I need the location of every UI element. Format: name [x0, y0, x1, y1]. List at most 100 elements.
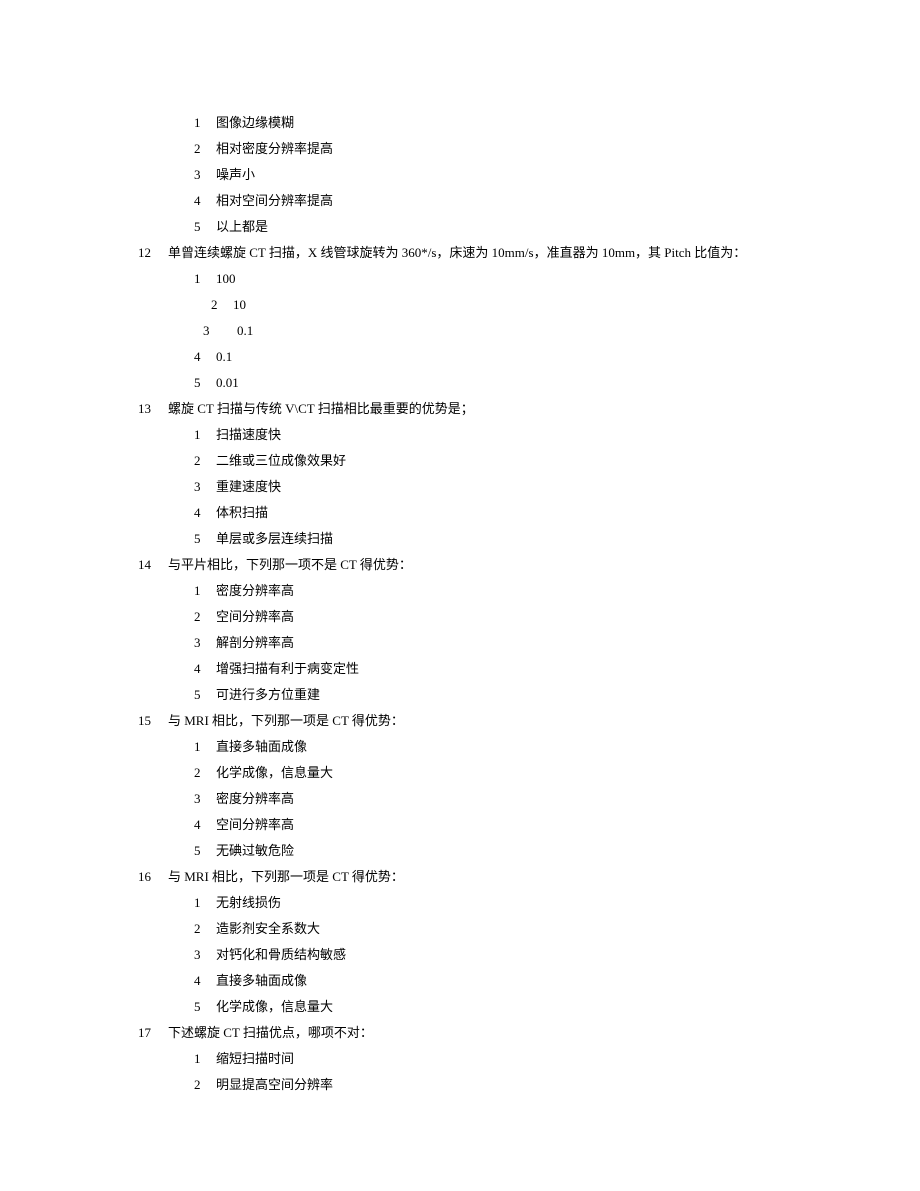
- option-text: 化学成像，信息量大: [216, 760, 333, 786]
- question-text: 与 MRI 相比，下列那一项是 CT 得优势：: [168, 864, 404, 890]
- option-number: 2: [194, 916, 216, 942]
- question-text: 螺旋 CT 扫描与传统 V\CT 扫描相比最重要的优势是；: [168, 396, 474, 422]
- option-number: 4: [194, 968, 216, 994]
- option-item: 5单层或多层连续扫描: [130, 526, 810, 552]
- option-number: 3: [194, 630, 216, 656]
- option-item: 5无碘过敏危险: [130, 838, 810, 864]
- option-text: 100: [216, 266, 236, 292]
- question-number: 15: [138, 708, 168, 734]
- question-text: 单曾连续螺旋 CT 扫描，X 线管球旋转为 360*/s，床速为 10mm/s，…: [168, 240, 746, 266]
- option-item: 5以上都是: [130, 214, 810, 240]
- option-item: 4直接多轴面成像: [130, 968, 810, 994]
- option-text: 化学成像，信息量大: [216, 994, 333, 1020]
- option-item: 210: [130, 292, 810, 318]
- option-item: 4增强扫描有利于病变定性: [130, 656, 810, 682]
- option-text: 空间分辨率高: [216, 604, 294, 630]
- option-item: 2相对密度分辨率提高: [130, 136, 810, 162]
- option-item: 1扫描速度快: [130, 422, 810, 448]
- option-number: 1: [194, 110, 216, 136]
- option-text: 重建速度快: [216, 474, 281, 500]
- option-item: 50.01: [130, 370, 810, 396]
- option-number: 4: [194, 500, 216, 526]
- option-number: 1: [194, 578, 216, 604]
- option-text: 明显提高空间分辨率: [216, 1072, 333, 1098]
- option-text: 以上都是: [216, 214, 268, 240]
- option-number: 1: [194, 890, 216, 916]
- option-text: 密度分辨率高: [216, 786, 294, 812]
- option-number: 3: [203, 318, 237, 344]
- option-number: 3: [194, 786, 216, 812]
- questions-group: 12单曾连续螺旋 CT 扫描，X 线管球旋转为 360*/s，床速为 10mm/…: [130, 240, 810, 1098]
- question-number: 14: [138, 552, 168, 578]
- option-number: 5: [194, 682, 216, 708]
- option-text: 无射线损伤: [216, 890, 281, 916]
- option-number: 3: [194, 942, 216, 968]
- option-item: 1100: [130, 266, 810, 292]
- option-item: 4空间分辨率高: [130, 812, 810, 838]
- option-text: 增强扫描有利于病变定性: [216, 656, 359, 682]
- option-item: 4相对空间分辨率提高: [130, 188, 810, 214]
- option-number: 2: [211, 292, 233, 318]
- option-item: 2明显提高空间分辨率: [130, 1072, 810, 1098]
- option-number: 5: [194, 214, 216, 240]
- option-text: 密度分辨率高: [216, 578, 294, 604]
- option-text: 0.1: [237, 318, 253, 344]
- option-text: 10: [233, 292, 246, 318]
- option-text: 造影剂安全系数大: [216, 916, 320, 942]
- option-number: 3: [194, 162, 216, 188]
- option-text: 0.01: [216, 370, 239, 396]
- option-number: 1: [194, 1046, 216, 1072]
- option-number: 4: [194, 344, 216, 370]
- option-item: 3噪声小: [130, 162, 810, 188]
- option-number: 2: [194, 760, 216, 786]
- question-text: 下述螺旋 CT 扫描优点，哪项不对：: [168, 1020, 373, 1046]
- option-item: 30.1: [130, 318, 810, 344]
- question-number: 17: [138, 1020, 168, 1046]
- question-number: 13: [138, 396, 168, 422]
- option-number: 1: [194, 734, 216, 760]
- option-number: 5: [194, 994, 216, 1020]
- option-item: 3重建速度快: [130, 474, 810, 500]
- option-item: 2二维或三位成像效果好: [130, 448, 810, 474]
- question-item: 17下述螺旋 CT 扫描优点，哪项不对：: [130, 1020, 810, 1046]
- option-item: 1密度分辨率高: [130, 578, 810, 604]
- option-text: 直接多轴面成像: [216, 968, 307, 994]
- question-number: 12: [138, 240, 168, 266]
- option-item: 2空间分辨率高: [130, 604, 810, 630]
- option-item: 1图像边缘模糊: [130, 110, 810, 136]
- option-text: 图像边缘模糊: [216, 110, 294, 136]
- question-item: 16与 MRI 相比，下列那一项是 CT 得优势：: [130, 864, 810, 890]
- orphan-options-group: 1图像边缘模糊2相对密度分辨率提高3噪声小4相对空间分辨率提高5以上都是: [130, 110, 810, 240]
- option-number: 4: [194, 188, 216, 214]
- option-text: 噪声小: [216, 162, 255, 188]
- option-item: 3解剖分辨率高: [130, 630, 810, 656]
- option-number: 4: [194, 656, 216, 682]
- option-number: 5: [194, 838, 216, 864]
- option-number: 5: [194, 370, 216, 396]
- option-text: 相对空间分辨率提高: [216, 188, 333, 214]
- question-item: 14与平片相比，下列那一项不是 CT 得优势：: [130, 552, 810, 578]
- option-item: 1无射线损伤: [130, 890, 810, 916]
- question-text: 与平片相比，下列那一项不是 CT 得优势：: [168, 552, 412, 578]
- question-item: 13螺旋 CT 扫描与传统 V\CT 扫描相比最重要的优势是；: [130, 396, 810, 422]
- question-number: 16: [138, 864, 168, 890]
- option-text: 相对密度分辨率提高: [216, 136, 333, 162]
- option-number: 3: [194, 474, 216, 500]
- option-item: 40.1: [130, 344, 810, 370]
- question-text: 与 MRI 相比，下列那一项是 CT 得优势：: [168, 708, 404, 734]
- option-text: 无碘过敏危险: [216, 838, 294, 864]
- option-item: 4体积扫描: [130, 500, 810, 526]
- option-text: 对钙化和骨质结构敏感: [216, 942, 346, 968]
- option-text: 缩短扫描时间: [216, 1046, 294, 1072]
- option-item: 2造影剂安全系数大: [130, 916, 810, 942]
- option-text: 空间分辨率高: [216, 812, 294, 838]
- option-item: 2化学成像，信息量大: [130, 760, 810, 786]
- option-item: 1直接多轴面成像: [130, 734, 810, 760]
- option-number: 1: [194, 422, 216, 448]
- option-item: 3对钙化和骨质结构敏感: [130, 942, 810, 968]
- option-text: 体积扫描: [216, 500, 268, 526]
- document-content: 1图像边缘模糊2相对密度分辨率提高3噪声小4相对空间分辨率提高5以上都是 12单…: [130, 110, 810, 1098]
- option-number: 1: [194, 266, 216, 292]
- option-number: 2: [194, 1072, 216, 1098]
- option-item: 5化学成像，信息量大: [130, 994, 810, 1020]
